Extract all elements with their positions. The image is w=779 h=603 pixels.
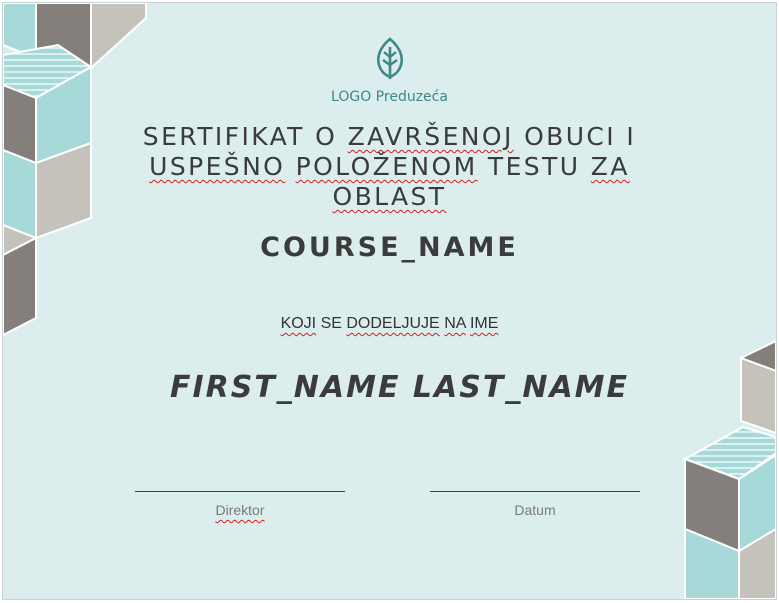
title-word: ZA: [590, 152, 630, 181]
leaf-icon: [376, 37, 403, 79]
title-word: TESTU: [487, 152, 581, 181]
date-label: Datum: [514, 502, 556, 518]
title-word: USPEŠNO: [149, 152, 286, 181]
company-logo: LOGO Preduzeća: [3, 37, 776, 105]
director-label: Direktor: [135, 502, 345, 518]
recipient-name: FIRST_NAME LAST_NAME: [169, 370, 630, 405]
certificate-title: SERTIFIKAT O ZAVRŠENOJ OBUCI I USPEŠNO P…: [103, 122, 676, 212]
awarded-word: IME: [469, 315, 499, 332]
director-label-text: Direktor: [215, 502, 265, 518]
title-word: ZAVRŠENOJ: [347, 122, 514, 151]
director-signature-line: [135, 491, 345, 492]
title-word: OBLAST: [332, 182, 447, 211]
title-word: O: [315, 122, 338, 151]
title-word: I: [626, 122, 637, 151]
awarded-word: KOJI: [280, 315, 317, 332]
awarded-to-text: KOJI SE DODELJUJE NA IME: [3, 315, 776, 333]
awarded-word: SE: [320, 315, 342, 332]
logo-text: LOGO Preduzeća: [331, 89, 448, 105]
certificate-page: LOGO Preduzeća SERTIFIKAT O ZAVRŠENOJ OB…: [2, 2, 777, 600]
course-name: COURSE_NAME: [260, 232, 519, 263]
title-word: POLOŽENOM: [295, 152, 478, 181]
date-signature-line: [430, 491, 640, 492]
awarded-word: NA: [444, 315, 466, 332]
title-word: SERTIFIKAT: [142, 122, 305, 151]
awarded-word: DODELJUJE: [346, 315, 440, 332]
title-word: OBUCI: [524, 122, 617, 151]
